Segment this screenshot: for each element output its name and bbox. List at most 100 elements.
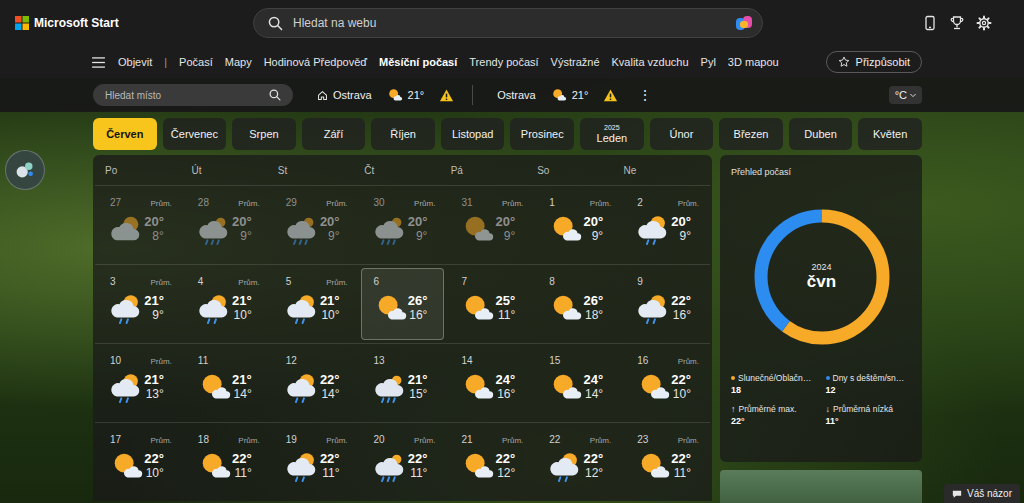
month-tab[interactable]: Srpen [232, 118, 296, 150]
month-label: Březen [734, 128, 769, 140]
day-cell[interactable]: 1321°15° [361, 347, 445, 419]
month-tab[interactable]: Říjen [371, 118, 435, 150]
nav-item[interactable]: Pyl [701, 56, 716, 68]
brand-logo[interactable]: Microsoft Start [0, 16, 253, 30]
warning-icon[interactable] [439, 88, 454, 103]
month-tab[interactable]: Únor [650, 118, 714, 150]
menu-icon[interactable] [92, 57, 105, 68]
nav-item[interactable]: Počasí [179, 56, 213, 68]
day-cell[interactable]: 826°18° [536, 268, 620, 340]
warning-icon[interactable] [603, 88, 618, 103]
month-tab[interactable]: Duben [789, 118, 853, 150]
location-item[interactable]: Ostrava21° [497, 87, 618, 103]
day-cell[interactable]: 29Prům.20°9° [273, 189, 357, 261]
trophy-icon[interactable] [949, 15, 965, 31]
location-search-field[interactable]: Hledat místo [93, 84, 293, 106]
phone-icon[interactable] [922, 15, 938, 31]
rain-cloud-icon [374, 370, 408, 404]
day-cell-header: 23Prům. [637, 434, 699, 445]
web-search-field[interactable]: Hledat na webu [253, 8, 763, 38]
day-cell[interactable]: 30Prům.20°9° [361, 189, 445, 261]
low-temperature: 14° [234, 387, 252, 402]
average-label: Prům. [151, 199, 172, 208]
day-number: 10 [110, 355, 121, 366]
day-cell[interactable]: 626°16° [361, 268, 445, 340]
month-tab[interactable]: Prosinec [510, 118, 574, 150]
high-temperature: 22° [671, 293, 691, 308]
day-temperatures: 20°9° [671, 214, 699, 244]
high-temperature: 22° [408, 451, 428, 466]
low-temperature: 14° [321, 387, 339, 402]
day-cell[interactable]: 4Prům.21°10° [185, 268, 269, 340]
day-cell[interactable]: 16Prům.22°10° [624, 347, 708, 419]
unit-dropdown[interactable]: °C [889, 86, 922, 104]
gear-icon[interactable] [976, 15, 992, 31]
month-tab[interactable]: Květen [858, 118, 922, 150]
microsoft-logo-icon [15, 16, 29, 30]
day-cell[interactable]: 3Prům.21°9° [97, 268, 181, 340]
day-cell-body: 22°11° [286, 449, 348, 483]
day-number: 29 [286, 197, 297, 208]
day-cell[interactable]: 5Prům.21°10° [273, 268, 357, 340]
month-tab[interactable]: Září [302, 118, 366, 150]
day-cell-header: 27Prům. [110, 197, 172, 208]
month-tab[interactable]: Červen [93, 118, 157, 150]
month-label: Srpen [249, 128, 278, 140]
month-tab[interactable]: Červenec [163, 118, 227, 150]
nav-item[interactable]: Hodinová Předpověď [264, 56, 367, 68]
day-cell[interactable]: 31Prům.20°9° [448, 189, 532, 261]
month-label: Leden [597, 132, 628, 144]
nav-item[interactable]: Měsíční počasí [379, 56, 457, 68]
day-cell[interactable]: 18Prům.22°11° [185, 426, 269, 498]
day-cell[interactable]: 19Prům.22°11° [273, 426, 357, 498]
day-cell[interactable]: 1121°14° [185, 347, 269, 419]
high-temperature: 22° [583, 451, 603, 466]
day-cell-header: 9 [637, 276, 699, 287]
feedback-button[interactable]: Váš názor [944, 484, 1020, 503]
calendar-week: 27Prům.20°8°28Prům.20°9°29Prům.20°9°30Pr… [95, 185, 710, 264]
sun-cloud-icon [461, 449, 495, 483]
customize-button[interactable]: Přizpůsobit [826, 51, 922, 73]
day-cell[interactable]: 1222°14° [273, 347, 357, 419]
day-cell[interactable]: 725°11° [448, 268, 532, 340]
day-cell[interactable]: 20Prům.22°11° [361, 426, 445, 498]
day-cell[interactable]: 1424°16° [448, 347, 532, 419]
day-cell-body: 21°13° [110, 370, 172, 404]
donut-segment [761, 216, 883, 338]
nav-item[interactable]: 3D mapou [728, 56, 779, 68]
high-temperature: 20° [320, 214, 340, 229]
nav-item[interactable]: Trendy počasí [469, 56, 538, 68]
day-cell[interactable]: 10Prům.21°13° [97, 347, 181, 419]
day-temperatures: 20°8° [144, 214, 172, 244]
day-cell[interactable]: 17Prům.22°10° [97, 426, 181, 498]
day-cell[interactable]: 2Prům.20°9° [624, 189, 708, 261]
nav-item[interactable]: Kvalita vzduchu [612, 56, 689, 68]
day-number: 2 [637, 197, 643, 208]
location-item[interactable]: Ostrava21° [317, 87, 454, 103]
more-button[interactable]: ⋮ [638, 87, 652, 103]
day-cell[interactable]: 922°16° [624, 268, 708, 340]
day-cell[interactable]: 1Prům.20°9° [536, 189, 620, 261]
day-temperatures: 20°9° [496, 214, 524, 244]
day-temperatures: 21°15° [408, 372, 436, 402]
month-tab[interactable]: Březen [719, 118, 783, 150]
day-temperatures: 22°11° [232, 451, 260, 481]
day-number: 5 [286, 276, 292, 287]
copilot-icon[interactable] [734, 13, 754, 33]
day-cell[interactable]: 23Prům.22°11° [624, 426, 708, 498]
day-cell[interactable]: 1524°14° [536, 347, 620, 419]
month-tab[interactable]: Listopad [441, 118, 505, 150]
day-cell-header: 14 [461, 355, 523, 366]
day-cell[interactable]: 27Prům. 20°8° [97, 189, 181, 261]
day-cell[interactable]: 22Prům.22°12° [536, 426, 620, 498]
promo-photo[interactable] [720, 470, 922, 503]
nav-item[interactable]: Výstražné [551, 56, 600, 68]
day-cell[interactable]: 28Prům.20°9° [185, 189, 269, 261]
copilot-button[interactable] [5, 150, 45, 190]
day-cell[interactable]: 21Prům.22°12° [448, 426, 532, 498]
nav-item[interactable]: Objevit [118, 56, 152, 68]
nav-item[interactable]: Mapy [225, 56, 252, 68]
calendar-week: 3Prům.21°9°4Prům.21°10°5Prům.21°10°626°1… [95, 264, 710, 343]
month-tab[interactable]: 2025Leden [580, 118, 644, 150]
day-cell-body: 21°9° [110, 291, 172, 325]
